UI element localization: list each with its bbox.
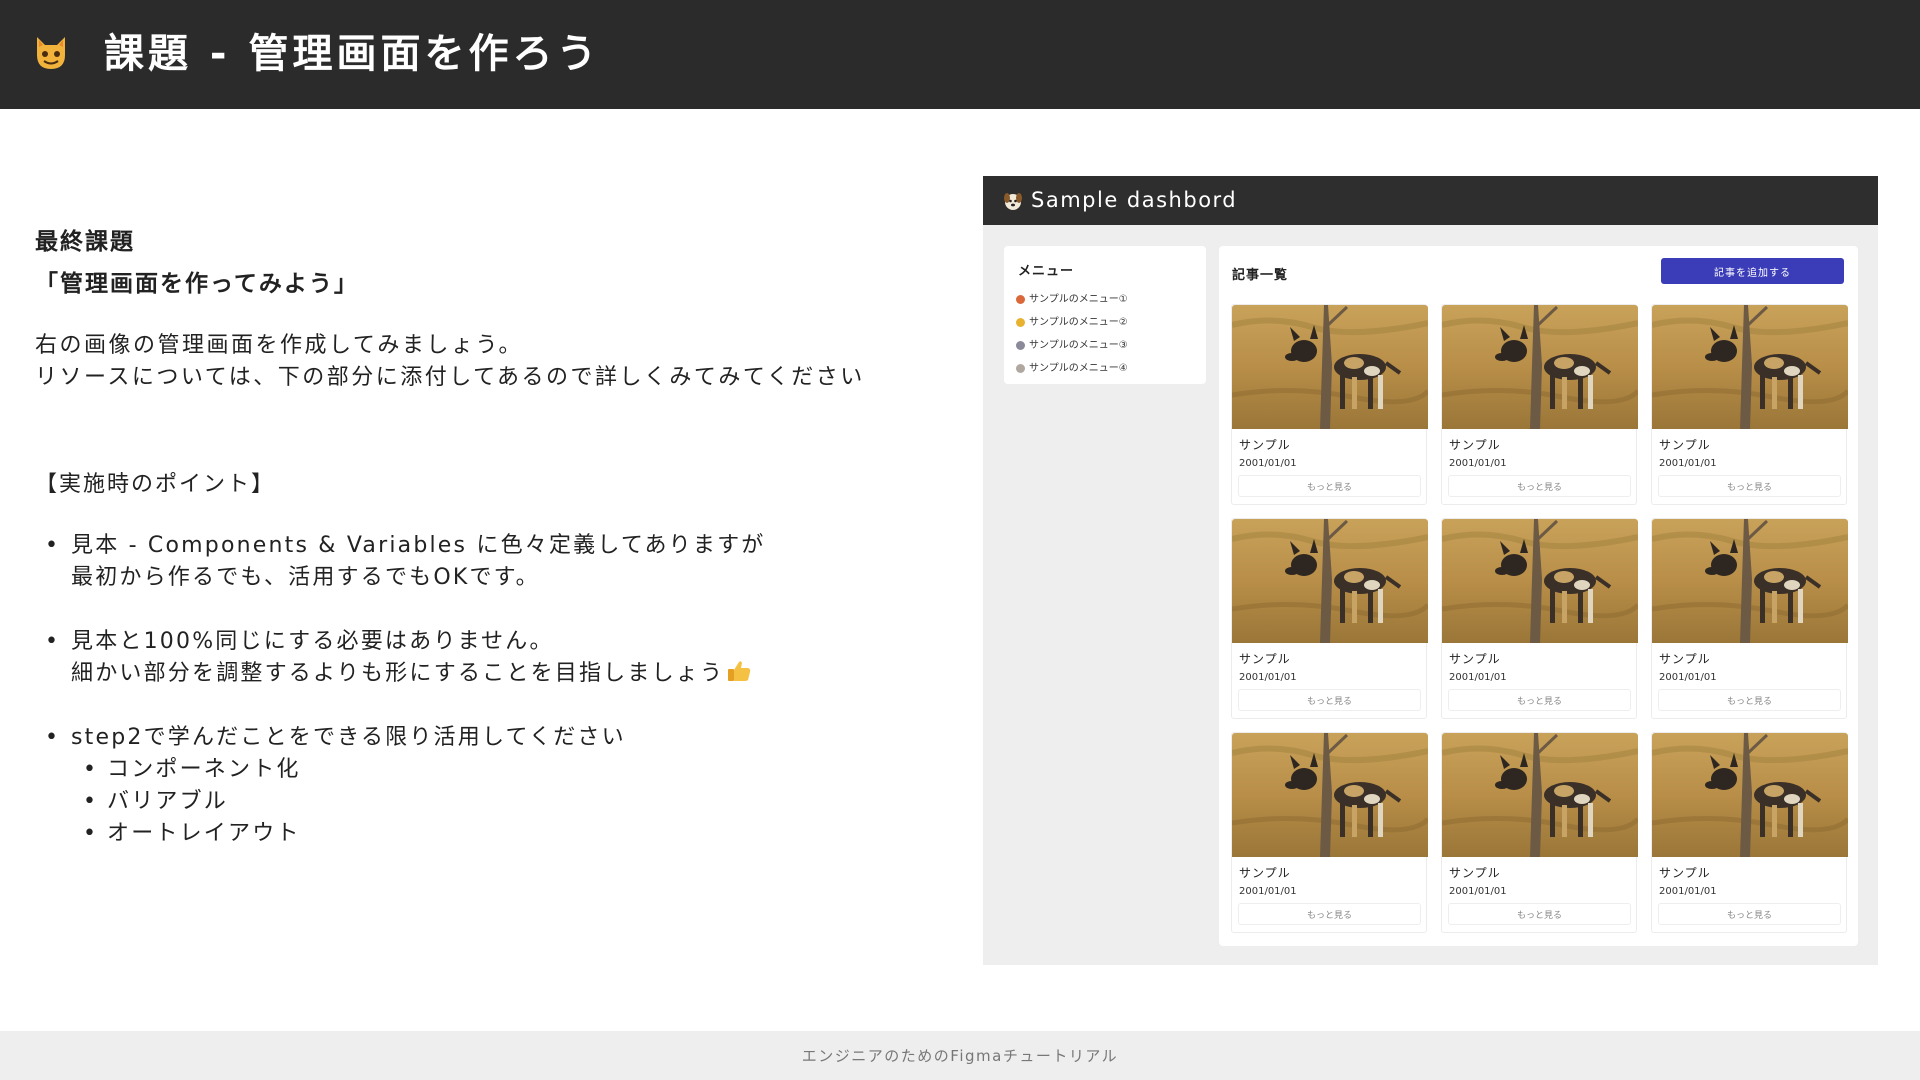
- sub-bullet-text: オートレイアウト: [107, 821, 301, 846]
- wild-dog-photo: [1232, 305, 1428, 429]
- page-title: 課題 - 管理画面を作ろう: [104, 31, 601, 77]
- see-more-button: もっと見る: [1658, 475, 1841, 497]
- list-item: step2で学んだことをできる限り活用してください: [35, 722, 765, 754]
- menu-item: サンプルのメニュー④: [1016, 357, 1128, 380]
- wild-dog-photo: [1652, 733, 1848, 857]
- slide-header: 課題 - 管理画面を作ろう: [0, 0, 1920, 109]
- card-date: 2001/01/01: [1659, 886, 1717, 897]
- card-title: サンプル: [1449, 866, 1501, 880]
- menu-item: サンプルのメニュー③: [1016, 334, 1128, 357]
- menu-list: サンプルのメニュー① サンプルのメニュー② サンプルのメニュー③ サンプルのメニ…: [1016, 288, 1128, 380]
- sub-bullet-text: コンポーネント化: [107, 757, 301, 782]
- menu-item-label: サンプルのメニュー②: [1029, 317, 1128, 328]
- wild-dog-photo: [1442, 305, 1638, 429]
- card-title: サンプル: [1449, 652, 1501, 666]
- see-more-button: もっと見る: [1448, 689, 1631, 711]
- article-card: サンプル 2001/01/01 もっと見る: [1651, 518, 1848, 719]
- see-more-button: もっと見る: [1448, 903, 1631, 925]
- card-date: 2001/01/01: [1659, 458, 1717, 469]
- add-article-button: 記事を追加する: [1661, 258, 1844, 284]
- card-date: 2001/01/01: [1239, 458, 1297, 469]
- intro-text: 右の画像の管理画面を作成してみましょう。 リソースについては、下の部分に添付して…: [35, 330, 865, 394]
- card-title: サンプル: [1239, 866, 1291, 880]
- bullet-line: 見本と100%同じにする必要はありません。: [71, 629, 554, 654]
- menu-item: サンプルのメニュー①: [1016, 288, 1128, 311]
- menu-item-label: サンプルのメニュー①: [1029, 294, 1128, 305]
- card-date: 2001/01/01: [1449, 458, 1507, 469]
- sub-bullet-text: バリアブル: [107, 789, 229, 814]
- card-date: 2001/01/01: [1239, 672, 1297, 683]
- dashboard-header: Sample dashbord: [983, 176, 1878, 225]
- sub-list-item: コンポーネント化: [35, 754, 765, 786]
- wild-dog-photo: [1442, 519, 1638, 643]
- points-heading: 【実施時のポイント】: [35, 472, 276, 497]
- article-list-panel: 記事一覧 記事を追加する サンプル 2001/01/01 もっと見る サンプル …: [1219, 246, 1858, 946]
- see-more-button: もっと見る: [1238, 689, 1421, 711]
- sub-list-item: オートレイアウト: [35, 818, 765, 850]
- wild-dog-photo: [1232, 519, 1428, 643]
- wild-dog-photo: [1232, 733, 1428, 857]
- dashboard-menu: メニュー サンプルのメニュー① サンプルのメニュー② サンプルのメニュー③ サン…: [1004, 246, 1206, 384]
- card-title: サンプル: [1449, 438, 1501, 452]
- intro-line: 右の画像の管理画面を作成してみましょう。: [35, 333, 524, 358]
- menu-item: サンプルのメニュー②: [1016, 311, 1128, 334]
- intro-line: リソースについては、下の部分に添付してあるので詳しくみてみてください: [35, 365, 865, 390]
- bullet-line-with-icon: 細かい部分を調整するよりも形にすることを目指しましょう: [71, 658, 765, 690]
- article-card: サンプル 2001/01/01 もっと見る: [1231, 732, 1428, 933]
- article-card: サンプル 2001/01/01 もっと見る: [1231, 518, 1428, 719]
- card-title: サンプル: [1659, 652, 1711, 666]
- card-title: サンプル: [1239, 438, 1291, 452]
- article-card: サンプル 2001/01/01 もっと見る: [1231, 304, 1428, 505]
- see-more-button: もっと見る: [1658, 689, 1841, 711]
- sample-dashboard-image: Sample dashbord メニュー サンプルのメニュー① サンプルのメニュ…: [983, 176, 1878, 965]
- cat-face-icon: [37, 37, 65, 69]
- card-date: 2001/01/01: [1239, 886, 1297, 897]
- final-task-label: 最終課題: [35, 229, 135, 255]
- card-title: サンプル: [1659, 438, 1711, 452]
- menu-title: メニュー: [1018, 264, 1075, 279]
- article-card: サンプル 2001/01/01 もっと見る: [1651, 732, 1848, 933]
- list-item: 見本と100%同じにする必要はありません。 細かい部分を調整するよりも形にするこ…: [35, 626, 765, 690]
- see-more-button: もっと見る: [1238, 475, 1421, 497]
- list-item: 見本 - Components & Variables に色々定義してありますが…: [35, 530, 765, 594]
- see-more-button: もっと見る: [1658, 903, 1841, 925]
- wild-dog-photo: [1652, 305, 1848, 429]
- card-date: 2001/01/01: [1659, 672, 1717, 683]
- wild-dog-photo: [1442, 733, 1638, 857]
- final-task-title: 「管理画面を作ってみよう」: [35, 271, 359, 297]
- thumbs-up-icon: [728, 661, 751, 681]
- article-card: サンプル 2001/01/01 もっと見る: [1441, 732, 1638, 933]
- bullet-line: step2で学んだことをできる限り活用してください: [71, 725, 626, 750]
- card-date: 2001/01/01: [1449, 672, 1507, 683]
- card-title: サンプル: [1659, 866, 1711, 880]
- card-title: サンプル: [1239, 652, 1291, 666]
- sub-list-item: バリアブル: [35, 786, 765, 818]
- article-card: サンプル 2001/01/01 もっと見る: [1441, 304, 1638, 505]
- wild-dog-photo: [1652, 519, 1848, 643]
- points-list: 見本 - Components & Variables に色々定義してありますが…: [35, 530, 765, 850]
- card-date: 2001/01/01: [1449, 886, 1507, 897]
- menu-item-label: サンプルのメニュー④: [1029, 363, 1128, 374]
- dashboard-title: Sample dashbord: [1031, 188, 1238, 212]
- dog-face-icon: [1004, 193, 1022, 210]
- article-list-title: 記事一覧: [1232, 268, 1289, 283]
- menu-item-label: サンプルのメニュー③: [1029, 340, 1128, 351]
- bullet-line-text: 細かい部分を調整するよりも形にすることを目指しましょう: [71, 661, 725, 686]
- fox-icon: [1016, 295, 1025, 304]
- slide-footer: エンジニアのためのFigmaチュートリアル: [0, 1031, 1920, 1080]
- smile-cat-icon: [1016, 318, 1025, 327]
- wolf-icon: [1016, 341, 1025, 350]
- see-more-button: もっと見る: [1448, 475, 1631, 497]
- see-more-button: もっと見る: [1238, 903, 1421, 925]
- rabbit-icon: [1016, 364, 1025, 373]
- article-card: サンプル 2001/01/01 もっと見る: [1441, 518, 1638, 719]
- article-card: サンプル 2001/01/01 もっと見る: [1651, 304, 1848, 505]
- footer-text: エンジニアのためのFigmaチュートリアル: [801, 1047, 1119, 1065]
- bullet-line: 最初から作るでも、活用するでもOKです。: [71, 565, 540, 590]
- bullet-line: 見本 - Components & Variables に色々定義してありますが: [71, 533, 766, 558]
